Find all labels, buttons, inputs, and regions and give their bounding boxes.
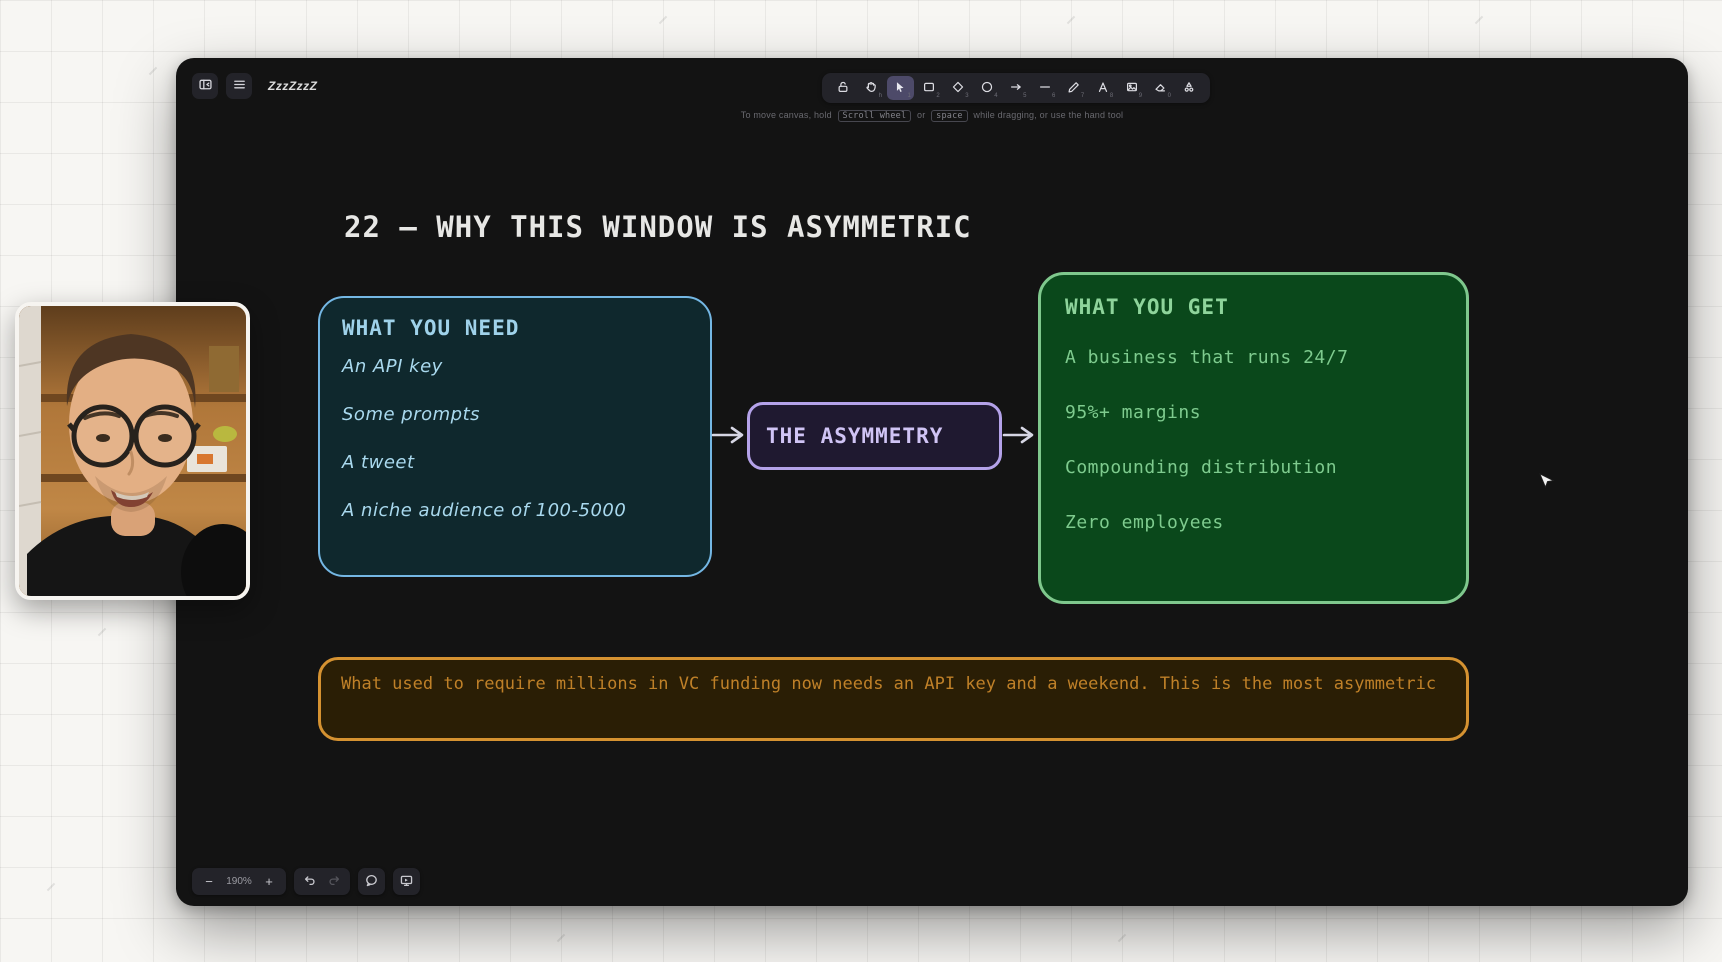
present-button[interactable]: [393, 868, 420, 895]
grid-tick: [98, 628, 106, 636]
diamond-icon: [951, 80, 965, 97]
right-arrow-head: [1022, 428, 1032, 442]
hand-icon: [864, 80, 878, 97]
lock-tool-button[interactable]: [829, 76, 856, 100]
rectangle-icon: [922, 80, 936, 97]
line-icon: [1038, 80, 1052, 97]
undo-button[interactable]: [302, 868, 318, 895]
mouse-cursor: [1540, 474, 1553, 487]
top-left-controls: ZzzZzzZ: [192, 73, 318, 99]
comment-bubble-icon: [364, 873, 379, 891]
image-icon: [1125, 80, 1139, 97]
quote-box[interactable]: What used to require millions in VC fund…: [318, 657, 1469, 741]
what-you-need-box[interactable]: WHAT YOU NEED An API key Some prompts A …: [318, 296, 712, 577]
need-item: An API key: [342, 356, 443, 377]
get-item: A business that runs 24/7: [1065, 347, 1348, 368]
arrow-icon: [1009, 80, 1023, 97]
grid-tick: [659, 16, 667, 24]
history-control: [294, 868, 350, 895]
menu-button[interactable]: [226, 73, 252, 99]
get-item: 95%+ margins: [1065, 402, 1201, 423]
left-arrow-head: [732, 428, 742, 442]
sidebar-toggle-icon: [198, 77, 213, 95]
redo-button[interactable]: [326, 868, 342, 895]
grid-tick: [47, 883, 55, 891]
sidebar-toggle-button[interactable]: [192, 73, 218, 99]
text-tool-button[interactable]: 8: [1089, 76, 1116, 100]
redo-icon: [327, 873, 341, 890]
presentation-screen-icon: [399, 873, 414, 891]
hamburger-icon: [232, 77, 247, 95]
quote-text: What used to require millions in VC fund…: [341, 674, 1456, 694]
more-tools-button[interactable]: [1176, 76, 1203, 100]
get-item: Compounding distribution: [1065, 457, 1337, 478]
ellipse-tool-button[interactable]: 4: [974, 76, 1001, 100]
space-key: space: [931, 110, 968, 122]
scroll-wheel-key: Scroll wheel: [838, 110, 912, 122]
what-you-get-box[interactable]: WHAT YOU GET A business that runs 24/7 9…: [1038, 272, 1469, 604]
eraser-icon: [1153, 80, 1167, 97]
get-item: Zero employees: [1065, 512, 1224, 533]
image-tool-button[interactable]: 9: [1118, 76, 1145, 100]
text-icon: [1096, 80, 1110, 97]
need-item: A niche audience of 100-5000: [342, 500, 626, 521]
whiteboard-app-window: ZzzZzzZ h 1 2: [176, 58, 1688, 906]
lock-icon: [836, 80, 850, 97]
app-title: ZzzZzzZ: [268, 79, 318, 93]
need-item: A tweet: [342, 452, 415, 473]
need-item: Some prompts: [342, 404, 480, 425]
zoom-control: − 190% +: [192, 868, 286, 895]
undo-icon: [303, 873, 317, 890]
rectangle-tool-button[interactable]: 2: [916, 76, 943, 100]
grid-tick: [1067, 16, 1075, 24]
get-box-header: WHAT YOU GET: [1065, 295, 1229, 319]
grid-tick: [1475, 16, 1483, 24]
hand-tool-button[interactable]: h: [858, 76, 885, 100]
need-box-header: WHAT YOU NEED: [342, 316, 519, 340]
selection-tool-button[interactable]: 1: [887, 76, 914, 100]
eraser-tool-button[interactable]: 0: [1147, 76, 1174, 100]
pencil-icon: [1067, 80, 1081, 97]
grid-tick: [1118, 934, 1126, 942]
zoom-in-button[interactable]: +: [261, 868, 277, 895]
grid-tick: [557, 934, 565, 942]
diamond-tool-button[interactable]: 3: [945, 76, 972, 100]
presenter-video: [19, 306, 246, 596]
canvas-hint: To move canvas, hold Scroll wheel or spa…: [176, 110, 1688, 122]
grid-tick: [149, 67, 157, 75]
zoom-out-button[interactable]: −: [201, 868, 217, 895]
selection-cursor-icon: [893, 80, 907, 97]
tool-toolbar: h 1 2 3 4: [822, 73, 1210, 103]
ellipse-icon: [980, 80, 994, 97]
asymmetry-box[interactable]: THE ASYMMETRY: [747, 402, 1002, 470]
zoom-level[interactable]: 190%: [226, 876, 252, 887]
asymmetry-label: THE ASYMMETRY: [766, 424, 943, 448]
more-tools-shapes-icon: [1182, 80, 1196, 97]
line-tool-button[interactable]: 6: [1031, 76, 1058, 100]
comments-button[interactable]: [358, 868, 385, 895]
slide-title: 22 — WHY THIS WINDOW IS ASYMMETRIC: [344, 210, 972, 244]
webcam-overlay[interactable]: [15, 302, 250, 600]
arrow-tool-button[interactable]: 5: [1002, 76, 1029, 100]
footer-controls: − 190% +: [192, 868, 420, 895]
draw-tool-button[interactable]: 7: [1060, 76, 1087, 100]
